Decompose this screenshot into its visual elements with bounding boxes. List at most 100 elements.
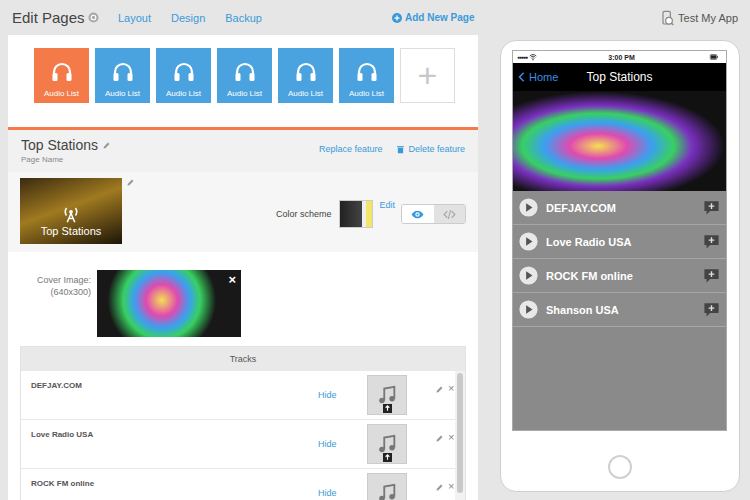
page-tiles: Audio List Audio List Audio List Audio List…	[8, 35, 478, 127]
page-tile[interactable]: Audio List	[95, 48, 150, 103]
antenna-icon	[62, 205, 80, 223]
delete-feature-link[interactable]: Delete feature	[396, 144, 465, 154]
tile-label: Audio List	[349, 89, 384, 98]
tile-label: Audio List	[166, 89, 201, 98]
upload-icon[interactable]	[383, 453, 392, 462]
nav-title: Top Stations	[586, 70, 652, 84]
page-tile[interactable]: Audio List	[217, 48, 272, 103]
pencil-icon[interactable]	[435, 434, 444, 443]
hide-label[interactable]: Hide	[318, 390, 337, 400]
tile-label: Audio List	[227, 89, 262, 98]
comment-icon[interactable]	[703, 301, 720, 318]
tracks-header: Tracks	[21, 347, 465, 371]
nav-bar: Home Top Stations	[513, 63, 726, 91]
delete-track-button[interactable]: ×	[448, 432, 454, 443]
track-thumbnail[interactable]	[367, 424, 407, 464]
track-row: Love Radio USA Hide ×	[21, 420, 455, 469]
play-icon[interactable]	[519, 232, 538, 251]
play-icon[interactable]	[519, 198, 538, 217]
delete-feature-label: Delete feature	[408, 144, 465, 154]
comment-icon[interactable]	[703, 199, 720, 216]
station-row[interactable]: DEFJAY.COM	[513, 191, 726, 225]
track-actions: ×	[407, 371, 455, 419]
music-note-icon	[376, 482, 398, 500]
page-tile[interactable]: Audio List	[156, 48, 211, 103]
toggle-state	[411, 208, 424, 221]
feature-links: Replace feature Delete feature	[319, 137, 465, 154]
comment-icon[interactable]	[703, 233, 720, 250]
station-row[interactable]: Love Radio USA	[513, 225, 726, 259]
cover-size: (640x300)	[20, 286, 91, 298]
headphones-icon	[172, 60, 196, 84]
editor-panel: Audio List Audio List Audio List Audio List…	[8, 35, 478, 500]
test-app-button[interactable]: Test My App	[659, 10, 738, 26]
station-row[interactable]: Shanson USA	[513, 293, 726, 327]
feature-row: Top Stations Color scheme Edit	[8, 172, 478, 252]
battery-icon	[706, 53, 722, 61]
toggle-option[interactable]	[434, 205, 466, 223]
nav-tab[interactable]: Design	[171, 12, 205, 24]
pencil-icon[interactable]	[435, 483, 444, 492]
play-icon[interactable]	[519, 266, 538, 285]
nav-tab[interactable]: Layout	[118, 12, 151, 24]
add-page-label: Add New Page	[405, 12, 474, 23]
back-button[interactable]: Home	[517, 63, 558, 91]
color-swatch[interactable]	[339, 200, 373, 228]
cover-label: Cover Image:	[20, 274, 91, 286]
track-rows: DEFJAY.COMHide×Love Radio USAHide×ROCK F…	[21, 371, 455, 500]
station-name: Love Radio USA	[546, 236, 695, 248]
toggle-option[interactable]	[402, 205, 434, 223]
headphones-icon	[355, 60, 379, 84]
title-group: Edit Pages	[12, 9, 118, 26]
play-icon[interactable]	[519, 300, 538, 319]
music-note-icon	[376, 433, 398, 455]
add-page-button[interactable]: Add New Page	[392, 12, 474, 23]
station-row[interactable]: ROCK FM online	[513, 259, 726, 293]
tile-label: Audio List	[105, 89, 140, 98]
phone-cover-image	[513, 91, 726, 191]
status-bar: ●●●●●3:00 PM	[513, 51, 726, 63]
page-name-row: Top Stations	[21, 137, 111, 153]
home-button[interactable]	[608, 455, 632, 479]
track-thumbnail[interactable]	[367, 375, 407, 415]
phone-icon	[659, 10, 675, 26]
add-tile[interactable]: +	[400, 48, 455, 103]
track-thumb-cell	[367, 420, 407, 468]
pencil-icon[interactable]	[126, 178, 135, 187]
upload-icon[interactable]	[383, 404, 392, 413]
track-title: Love Radio USA	[21, 420, 298, 468]
color-scheme-edit[interactable]: Edit	[379, 200, 395, 210]
tile-label: Audio List	[288, 89, 323, 98]
phone-preview: ●●●●●3:00 PMHome Top Stations DEFJAY.COM Lo…	[500, 40, 740, 492]
page-tile[interactable]: Audio List	[34, 48, 89, 103]
feature-thumbnail[interactable]: Top Stations	[20, 178, 122, 244]
track-thumb-cell	[367, 371, 407, 419]
cover-image[interactable]: ×	[97, 270, 241, 337]
remove-cover-button[interactable]: ×	[228, 273, 236, 286]
page-tile[interactable]: Audio List	[339, 48, 394, 103]
eye-icon	[411, 208, 424, 221]
track-thumbnail[interactable]	[367, 473, 407, 500]
delete-track-button[interactable]: ×	[448, 383, 454, 394]
scrollbar[interactable]	[455, 371, 465, 500]
thumbnail-label: Top Stations	[41, 225, 102, 237]
hide-label[interactable]: Hide	[318, 488, 337, 498]
hide-link: Hide	[298, 371, 367, 419]
music-note-icon	[376, 384, 398, 406]
pencil-icon[interactable]	[102, 141, 111, 150]
hide-link: Hide	[298, 469, 367, 500]
page-name-label: Page Name	[21, 155, 111, 164]
headphones-icon	[50, 60, 74, 84]
replace-feature-link[interactable]: Replace feature	[319, 144, 383, 154]
color-scheme-label: Color scheme	[276, 209, 332, 219]
page-tile[interactable]: Audio List	[278, 48, 333, 103]
info-icon[interactable]	[88, 12, 99, 23]
phone-screen: ●●●●●3:00 PMHome Top Stations DEFJAY.COM Lo…	[512, 50, 727, 431]
comment-icon[interactable]	[703, 267, 720, 284]
nav-tab[interactable]: Backup	[225, 12, 262, 24]
delete-track-button[interactable]: ×	[448, 481, 454, 492]
pencil-icon[interactable]	[435, 385, 444, 394]
page-name[interactable]: Top Stations	[21, 137, 98, 153]
scrollbar-thumb[interactable]	[457, 373, 463, 493]
hide-label[interactable]: Hide	[318, 439, 337, 449]
